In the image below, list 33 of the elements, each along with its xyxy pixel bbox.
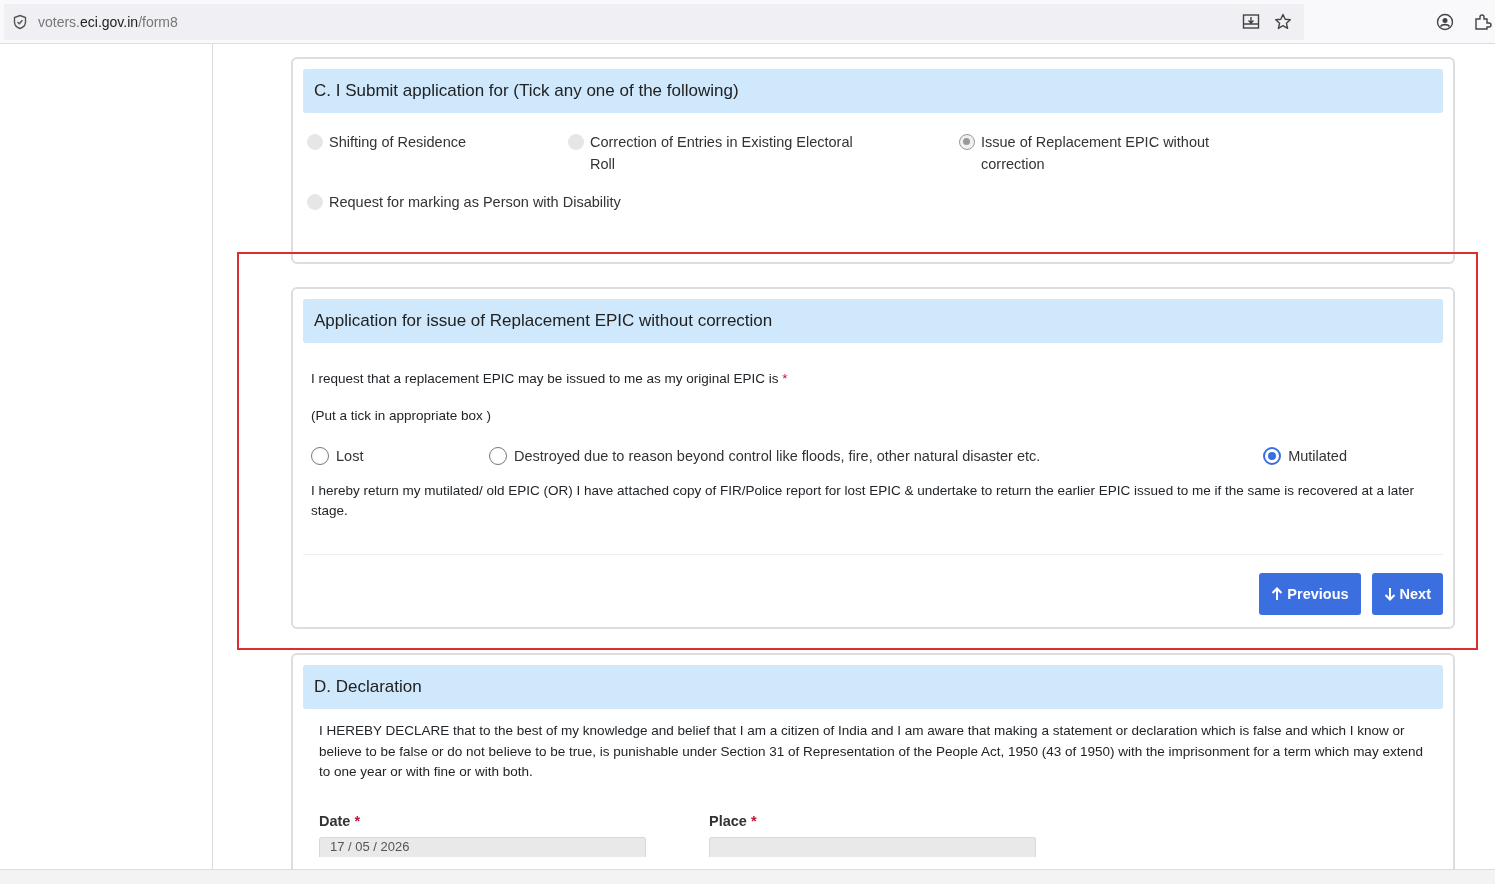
radio-option[interactable]: Issue of Replacement EPIC without correction — [959, 131, 1259, 175]
hint-text: (Put a tick in appropriate box ) — [311, 407, 493, 425]
shield-icon[interactable] — [12, 13, 28, 30]
profile-icon[interactable] — [1436, 12, 1454, 31]
radio-option[interactable]: Mutilated — [1263, 445, 1347, 467]
field-label: Place * — [709, 812, 758, 829]
input-field[interactable] — [709, 836, 1036, 857]
radio-button[interactable] — [311, 447, 329, 465]
address-bar[interactable]: voters.eci.gov.in/form8 — [4, 3, 1304, 40]
radio-option[interactable]: Destroyed due to reason beyond control like floods, fire, other natural disaster etc. — [489, 445, 1264, 467]
section-header: Application for issue of Replacement EPIC without correction — [303, 299, 1443, 343]
radio-option[interactable]: Correction of Entries in Existing Electoral Roll — [568, 131, 959, 175]
arrow-down-icon — [1383, 587, 1396, 601]
next-button[interactable]: Next — [1371, 573, 1443, 615]
puzzle-icon[interactable] — [1474, 12, 1492, 31]
radio-button[interactable] — [1263, 447, 1282, 465]
input-field[interactable]: 17 / 05 / 2026 — [319, 836, 646, 857]
radio-button[interactable] — [489, 447, 507, 465]
radio-option[interactable]: Lost — [311, 445, 489, 467]
field-label: Date * — [319, 812, 362, 829]
previous-button[interactable]: Previous — [1259, 573, 1361, 615]
undertaking-text: I hereby return my mutilated/ old EPIC (OR) I have attached copy of FIR/Police report for lost EPIC & undertake to return the earlier EPIC issued to me if the same is recovered at a later stage. — [311, 482, 1415, 520]
section-header: C. I Submit application for (Tick any one of the following) — [303, 69, 1443, 113]
url-text: voters.eci.gov.in/form8 — [38, 13, 178, 30]
radio-button[interactable] — [959, 134, 975, 150]
section-header: D. Declaration — [303, 665, 1443, 709]
radio-option[interactable]: Request for marking as Person with Disability — [307, 191, 959, 213]
declaration-text: I HEREBY DECLARE that to the best of my knowledge and belief that I am a citizen of India and I am aware that making a statement or declaration which is false and which I know or believe to be false or do not believe to be true, is punishable under Section 31 of Representation of the People Act, 1950 (43 of 1950) with the imprisonment for a term which may extend to one year or with fine or with both. — [318, 722, 1424, 781]
request-text: I request that a replacement EPIC may be issued to me as my original EPIC is * — [311, 370, 789, 388]
download-icon[interactable] — [1242, 12, 1260, 31]
radio-option[interactable]: Shifting of Residence — [307, 131, 568, 175]
star-icon[interactable] — [1274, 12, 1292, 31]
arrow-up-icon — [1271, 587, 1284, 601]
